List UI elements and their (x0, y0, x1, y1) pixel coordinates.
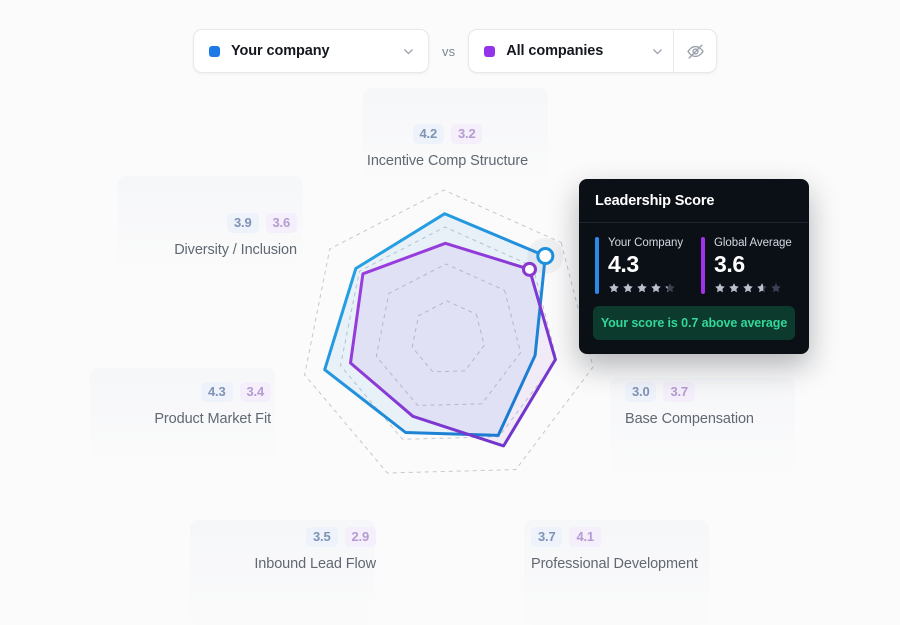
metric-label: Global Average (714, 237, 792, 249)
star-icon (623, 283, 633, 293)
metric-label: Your Company (608, 237, 684, 249)
vs-label: vs (442, 43, 456, 59)
tooltip-title: Leadership Score (595, 193, 715, 209)
score-delta-badge: Your score is 0.7 above average (593, 306, 795, 341)
value-your-company: 4.2 (412, 124, 444, 144)
metric-global-average: Global Average 3.6 (701, 237, 793, 295)
all-companies-select[interactable]: All companies (469, 43, 664, 59)
chevron-down-icon (651, 45, 664, 58)
toggle-visibility-button[interactable] (674, 30, 716, 72)
metric-accent-bar (595, 237, 599, 295)
all-companies-color-swatch (484, 45, 496, 57)
axis-label-product-market-fit[interactable]: 4.3 3.4 Product Market Fit (103, 382, 271, 427)
radar-active-markers (521, 237, 564, 277)
metric-value: 3.6 (714, 251, 745, 277)
star-icon (665, 283, 675, 293)
eye-off-icon (686, 42, 705, 61)
metric-your-company: Your Company 4.3 (595, 237, 687, 295)
star-icon (637, 283, 647, 293)
tooltip-header: Leadership Score (579, 179, 809, 223)
star-rating-global-average (714, 282, 792, 294)
all-companies-select-group: All companies (468, 29, 718, 73)
leadership-score-tooltip: Leadership Score Your Company 4.3 Global… (579, 179, 809, 355)
radar-data-point-marker[interactable] (536, 246, 555, 265)
value-global-average: 3.2 (451, 124, 483, 144)
star-icon (651, 283, 661, 293)
your-company-label: Your company (231, 43, 330, 59)
value-global-average: 3.7 (663, 382, 695, 402)
axis-name: Inbound Lead Flow (254, 555, 376, 572)
axis-label-base-compensation[interactable]: 3.0 3.7 Base Compensation (625, 382, 805, 427)
star-icon (771, 283, 781, 293)
star-icon (715, 283, 725, 293)
comparison-control-bar: Your company vs All companies (193, 29, 718, 73)
star-icon (729, 283, 739, 293)
tooltip-body: Your Company 4.3 Global Average 3.6 (579, 223, 809, 295)
star-icon (743, 283, 753, 293)
score-delta-text: Your score is 0.7 above average (600, 316, 788, 331)
axis-label-incentive-comp-structure[interactable]: 4.2 3.2 Incentive Comp Structure (365, 124, 530, 169)
axis-name: Incentive Comp Structure (366, 152, 529, 169)
value-your-company: 4.3 (201, 382, 233, 402)
radar-data-point-marker[interactable] (521, 261, 537, 277)
axis-label-professional-development[interactable]: 3.7 4.1 Professional Development (531, 527, 721, 572)
star-icon (609, 283, 619, 293)
radar-series-group (323, 212, 557, 448)
star-rating-your-company (608, 282, 683, 294)
axis-name: Professional Development (531, 555, 698, 572)
axis-values: 4.2 3.2 (412, 124, 483, 144)
metric-accent-bar (701, 237, 705, 295)
your-company-select[interactable]: Your company (193, 29, 429, 73)
star-icon (757, 283, 767, 293)
your-company-color-swatch (209, 45, 220, 57)
all-companies-label: All companies (506, 43, 604, 59)
axis-label-inbound-lead-flow[interactable]: 3.5 2.9 Inbound Lead Flow (208, 527, 376, 572)
chevron-down-icon (402, 45, 415, 58)
metric-value: 4.3 (608, 251, 639, 277)
